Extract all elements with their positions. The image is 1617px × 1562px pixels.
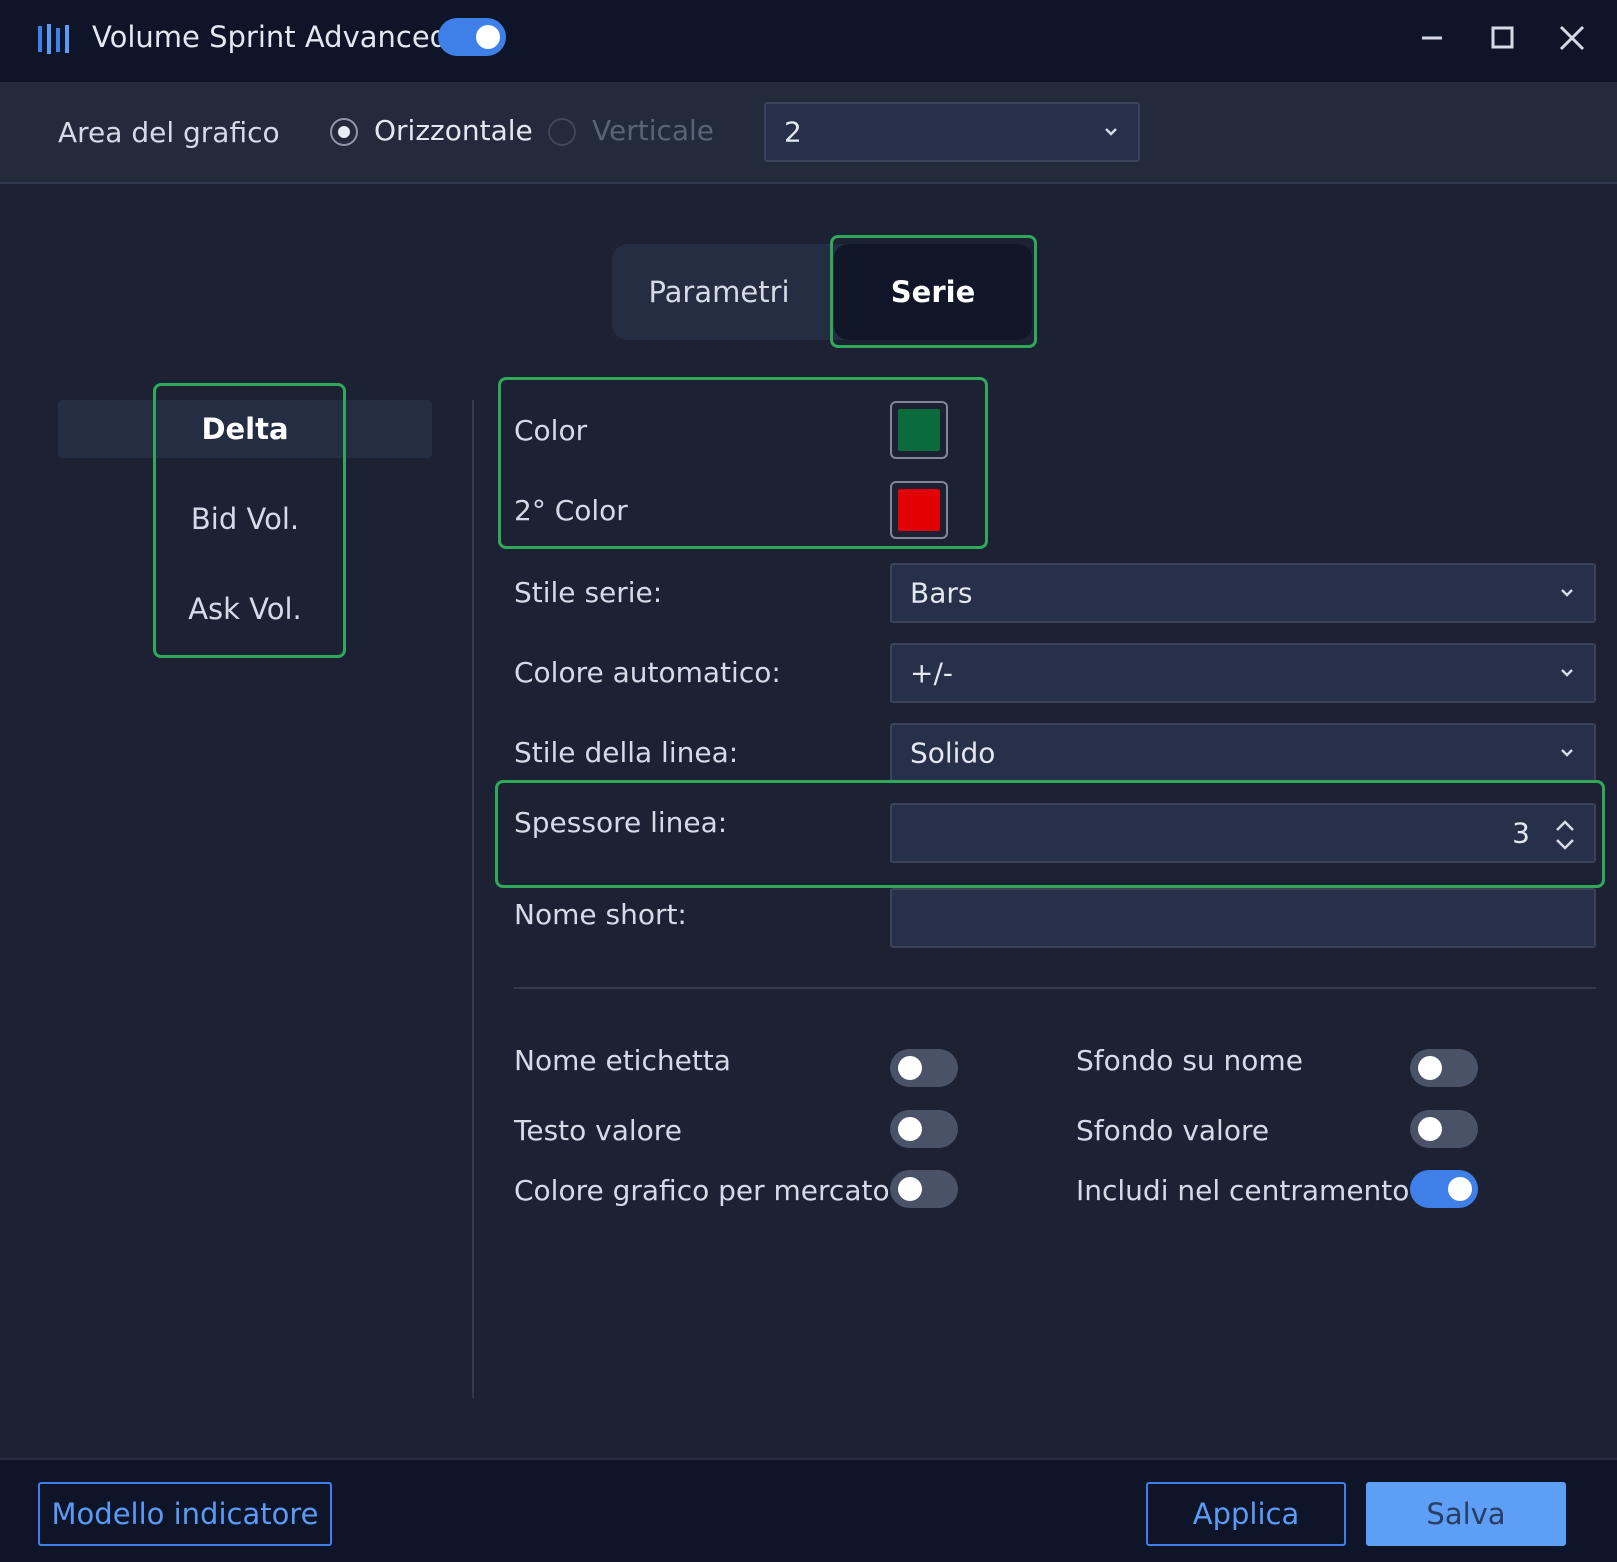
- maximize-icon[interactable]: [1482, 18, 1522, 58]
- line-width-stepper[interactable]: 3: [890, 803, 1596, 863]
- radio-vertical[interactable]: [548, 118, 576, 146]
- series-style-label: Stile serie:: [514, 576, 663, 609]
- line-style-select[interactable]: Solido: [890, 723, 1596, 783]
- panel-select-value: 2: [784, 115, 802, 149]
- stepper-arrows-icon[interactable]: [1552, 817, 1578, 853]
- toggle-label-nome-etichetta: Nome etichetta: [514, 1044, 731, 1077]
- line-width-label: Spessore linea:: [514, 806, 728, 839]
- toggle-label-sfondo-valore: Sfondo valore: [1076, 1114, 1270, 1147]
- line-style-label: Stile della linea:: [514, 736, 739, 769]
- series-style-value: Bars: [910, 576, 973, 610]
- tab-serie[interactable]: Serie: [834, 244, 1032, 340]
- toggle-colore-grafico[interactable]: [890, 1170, 958, 1208]
- toggle-testo-valore[interactable]: [890, 1110, 958, 1148]
- auto-color-value: +/-: [910, 656, 953, 690]
- chart-area-label: Area del grafico: [58, 116, 280, 149]
- line-width-value: 3: [1512, 816, 1530, 850]
- save-button[interactable]: Salva: [1366, 1482, 1566, 1546]
- toggle-label-testo-valore: Testo valore: [514, 1114, 682, 1147]
- color-swatch[interactable]: [890, 401, 948, 459]
- title-bar: Volume Sprint Advanced: [0, 0, 1617, 82]
- series-style-select[interactable]: Bars: [890, 563, 1596, 623]
- chart-area-row: Area del grafico Orizzontale Verticale 2: [0, 82, 1617, 184]
- radio-horizontal-label: Orizzontale: [374, 114, 533, 147]
- panel-select[interactable]: 2: [764, 102, 1140, 162]
- toggle-label-colore-grafico: Colore grafico per mercato: [514, 1174, 890, 1207]
- chevron-down-icon: [1561, 749, 1573, 757]
- toggle-includi-centramento[interactable]: [1410, 1170, 1478, 1208]
- section-divider: [514, 987, 1596, 989]
- apply-button[interactable]: Applica: [1146, 1482, 1346, 1546]
- series-item-ask-vol[interactable]: Ask Vol.: [150, 592, 340, 626]
- panel-divider: [472, 400, 474, 1398]
- chevron-down-icon: [1561, 669, 1573, 677]
- indicator-app-icon: [38, 24, 69, 54]
- indicator-enabled-toggle[interactable]: [438, 18, 506, 56]
- toggle-sfondo-su-nome[interactable]: [1410, 1049, 1478, 1087]
- short-name-label: Nome short:: [514, 898, 687, 931]
- series-item-delta[interactable]: Delta: [150, 412, 340, 446]
- color2-swatch[interactable]: [890, 481, 948, 539]
- toggle-label-includi-centramento: Includi nel centramento: [1076, 1174, 1410, 1207]
- auto-color-label: Colore automatico:: [514, 656, 781, 689]
- color2-label: 2° Color: [514, 494, 628, 527]
- footer-bar: Modello indicatore Applica Salva: [0, 1458, 1617, 1562]
- chevron-down-icon: [1105, 128, 1117, 136]
- radio-vertical-label: Verticale: [592, 114, 715, 147]
- auto-color-select[interactable]: +/-: [890, 643, 1596, 703]
- indicator-template-button[interactable]: Modello indicatore: [38, 1482, 332, 1546]
- window-title: Volume Sprint Advanced: [92, 20, 449, 54]
- tab-parametri[interactable]: Parametri: [612, 244, 826, 340]
- radio-horizontal[interactable]: [330, 118, 358, 146]
- toggle-nome-etichetta[interactable]: [890, 1049, 958, 1087]
- tab-bar: Parametri Serie: [612, 244, 1032, 340]
- short-name-input[interactable]: [890, 888, 1596, 948]
- toggle-label-sfondo-su-nome: Sfondo su nome: [1076, 1044, 1303, 1077]
- close-icon[interactable]: [1552, 18, 1592, 58]
- chevron-down-icon: [1561, 589, 1573, 597]
- minimize-icon[interactable]: [1412, 18, 1452, 58]
- color-label: Color: [514, 414, 588, 447]
- line-style-value: Solido: [910, 736, 996, 770]
- series-item-bid-vol[interactable]: Bid Vol.: [150, 502, 340, 536]
- toggle-sfondo-valore[interactable]: [1410, 1110, 1478, 1148]
